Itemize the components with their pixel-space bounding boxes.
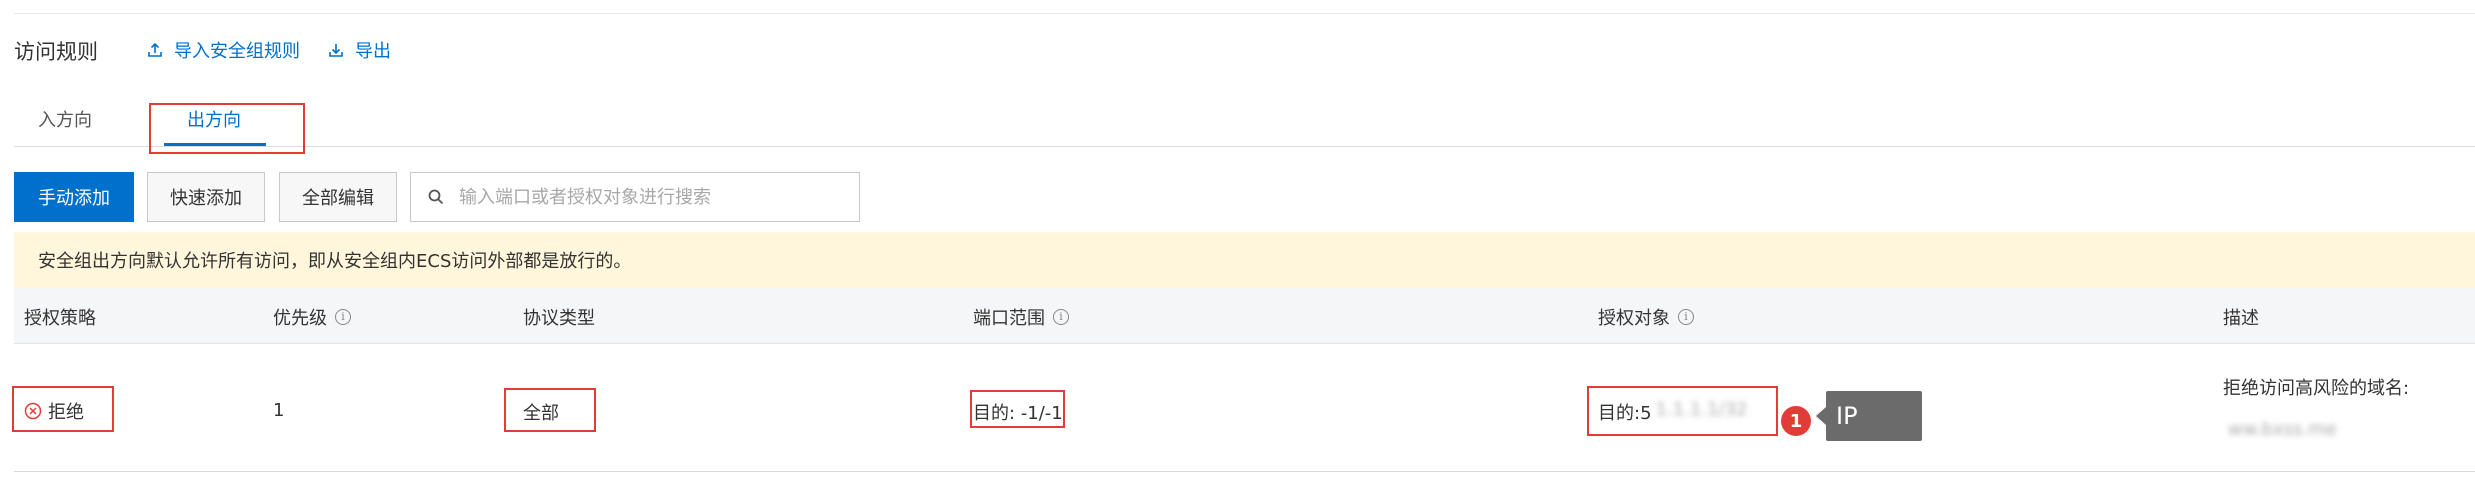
highlight-box-port — [970, 390, 1065, 428]
annotation-badge: 1 — [1781, 406, 1811, 436]
info-icon[interactable]: i — [1678, 309, 1694, 325]
row-divider — [14, 471, 2475, 472]
download-icon — [329, 44, 343, 57]
export-link[interactable]: 导出 — [327, 37, 391, 63]
description-redacted: ww.bxss.me — [2228, 419, 2337, 440]
info-icon[interactable]: i — [1053, 309, 1069, 325]
col-target-header: 授权对象 i — [1598, 304, 1694, 330]
search-input[interactable] — [457, 185, 841, 209]
annotation-tooltip: IP — [1816, 391, 1922, 441]
search-box[interactable] — [410, 172, 860, 222]
highlight-box-target — [1587, 386, 1778, 436]
col-policy-header: 授权策略 — [24, 308, 96, 329]
highlight-box-tab — [149, 103, 305, 154]
import-rules-link[interactable]: 导入安全组规则 — [146, 37, 300, 63]
export-label: 导出 — [355, 41, 391, 62]
notice-text: 安全组出方向默认允许所有访问，即从安全组内ECS访问外部都是放行的。 — [38, 251, 632, 272]
col-description-header: 描述 — [2223, 308, 2259, 329]
highlight-box-protocol — [504, 388, 596, 432]
search-icon — [428, 189, 444, 205]
quick-add-button[interactable]: 快速添加 — [147, 172, 265, 222]
col-protocol-header: 协议类型 — [523, 308, 595, 329]
priority-value: 1 — [273, 400, 285, 421]
page-title: 访问规则 — [14, 40, 98, 64]
notice-banner: 安全组出方向默认允许所有访问，即从安全组内ECS访问外部都是放行的。 — [14, 232, 2475, 288]
info-icon[interactable]: i — [335, 309, 351, 325]
description-value: 拒绝访问高风险的域名: — [2223, 378, 2410, 399]
col-port-range-header: 端口范围 i — [973, 304, 1069, 330]
edit-all-button[interactable]: 全部编辑 — [279, 172, 397, 222]
tab-inbound[interactable]: 入方向 — [38, 106, 92, 132]
col-priority-header: 优先级 i — [273, 304, 351, 330]
table-header — [14, 288, 2475, 344]
tabs-divider — [14, 146, 2475, 147]
upload-icon — [148, 42, 162, 57]
highlight-box-policy — [12, 386, 114, 432]
manual-add-button[interactable]: 手动添加 — [14, 172, 134, 222]
top-divider — [14, 13, 2475, 14]
import-rules-label: 导入安全组规则 — [174, 41, 300, 62]
